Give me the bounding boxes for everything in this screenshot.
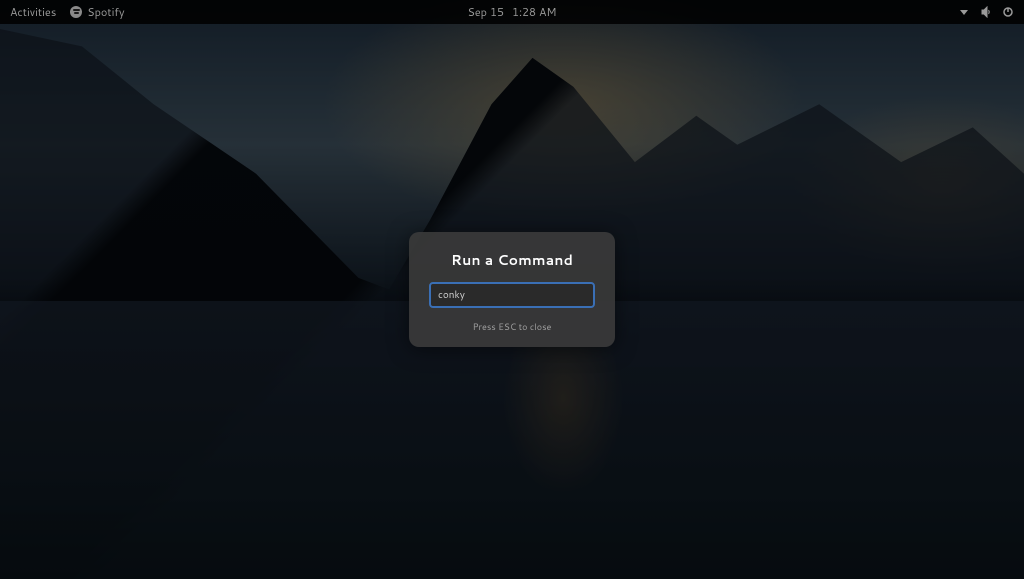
- dialog-hint-text: Press ESC to close: [473, 320, 552, 333]
- command-input[interactable]: [429, 282, 595, 308]
- focused-app-name: Spotify: [87, 4, 124, 20]
- clock-area[interactable]: Sep 15 1:28 AM: [467, 4, 556, 20]
- network-icon: [958, 6, 970, 18]
- top-panel-left: Activities Spotify: [10, 4, 125, 20]
- power-icon: [1002, 6, 1014, 18]
- spotify-icon: [70, 6, 82, 18]
- panel-time: 1:28 AM: [512, 4, 557, 20]
- run-command-dialog: Run a Command Press ESC to close: [409, 232, 615, 347]
- focused-app-indicator[interactable]: Spotify: [70, 4, 124, 20]
- system-tray[interactable]: [958, 6, 1014, 18]
- activities-button[interactable]: Activities: [10, 4, 56, 20]
- panel-date: Sep 15: [467, 4, 504, 20]
- modal-overlay: Run a Command Press ESC to close: [0, 0, 1024, 579]
- volume-icon: [980, 6, 992, 18]
- dialog-title: Run a Command: [451, 250, 573, 270]
- top-panel: Activities Spotify Sep 15 1:28 AM: [0, 0, 1024, 24]
